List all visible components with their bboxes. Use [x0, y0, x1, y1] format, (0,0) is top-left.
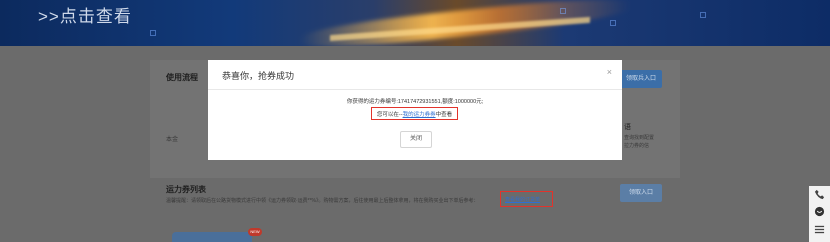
view-hint-prefix: 您可以在--	[376, 112, 403, 118]
view-hint-message: 您可以在--我的运力券券中查看	[372, 110, 457, 118]
my-orders-link[interactable]: 查看我的订货单	[505, 196, 540, 203]
usage-text-fragment: 本金	[166, 137, 179, 143]
list-entry-button[interactable]: 领取入口	[620, 184, 662, 202]
banner-title-link[interactable]: >>点击查看	[38, 2, 132, 27]
right-line-2: 拉力券的信	[624, 143, 650, 149]
close-button[interactable]: 关闭	[400, 131, 432, 148]
new-badge: NEW	[248, 228, 262, 236]
list-link-highlight: 查看我的订货单	[500, 191, 553, 207]
usage-title: 使用流程	[166, 73, 198, 82]
success-dialog: 恭喜你，抢券成功 × 你获得的运力券编号:17417472931551,额度:1…	[208, 60, 622, 160]
right-heading-fragment: 语	[624, 124, 631, 131]
top-banner: >>点击查看	[0, 0, 830, 46]
coupon-list-desc: 温馨提醒：请领取后在公路货物模式进行中领《运力券领取·运费**%》。购物需方案，…	[166, 198, 479, 204]
right-line-1: 查询找到配置	[624, 135, 655, 141]
phone-icon[interactable]	[814, 189, 825, 200]
coupon-preview-card	[172, 232, 252, 242]
banner-decoration	[610, 20, 616, 26]
dialog-divider	[208, 89, 622, 90]
highlight-box: 您可以在--我的运力券券中查看	[371, 107, 458, 120]
my-coupons-link[interactable]: 我的运力券券	[403, 112, 436, 118]
list-icon[interactable]	[814, 224, 825, 235]
right-float-toolbar	[809, 186, 830, 242]
claim-entry-button[interactable]: 领取兵入口	[620, 70, 662, 88]
banner-decoration	[560, 8, 566, 14]
banner-decoration	[150, 30, 156, 36]
close-icon[interactable]: ×	[607, 67, 612, 77]
coupon-info-message: 你获得的运力券编号:17417472931551,额度:1000000元;	[346, 99, 484, 105]
banner-decoration	[700, 12, 706, 18]
chat-icon[interactable]	[814, 206, 825, 217]
view-hint-suffix: 中查看	[435, 112, 453, 118]
dialog-title: 恭喜你，抢券成功	[222, 71, 295, 81]
coupon-list-title: 运力券列表	[166, 185, 206, 194]
